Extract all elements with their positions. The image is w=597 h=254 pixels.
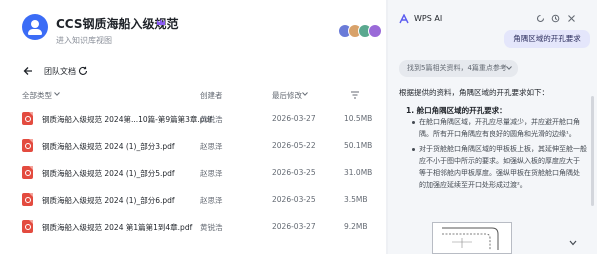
user-message-bubble: 角隅区域的开孔要求 (504, 30, 590, 48)
file-modified: 2026-03-25 (272, 168, 316, 177)
history-icon[interactable] (551, 14, 560, 23)
team-avatar-icon (22, 14, 48, 40)
file-size: 3.5MB (344, 195, 368, 204)
file-creator: 赵思泽 (200, 196, 223, 205)
wps-ai-panel: WPS AI 角隅区域的开孔要求 找到5篇相关资料，4篇重点参考 根据提供的资料… (388, 0, 597, 254)
answer-bullet-line: 等于相邻舱内甲板厚度。强纵甲板在货舱舱口角隅处 (419, 169, 580, 177)
file-size: 31.0MB (344, 168, 373, 177)
table-row[interactable]: 钢质海船入级规范 2024 (1)_部分3.pdf 赵思泽 2026-05-22… (0, 133, 386, 160)
reference-status-chip[interactable]: 找到5篇相关资料，4篇重点参考 (399, 60, 518, 77)
table-row[interactable]: 钢质海船入级规范 2024 (1)_部分6.pdf 赵思泽 2026-03-25… (0, 187, 386, 214)
scrollbar[interactable] (591, 96, 594, 206)
bullet-dot (412, 148, 415, 151)
answer-intro: 根据提供的资料，角隅区域的开孔要求如下： (399, 88, 549, 97)
column-creator[interactable]: 创建者 (200, 90, 223, 101)
answer-bullet-line: 在舱口角隅区域，开孔应尽量减少，并应避开舱口角 (419, 118, 580, 126)
chevron-down-icon[interactable] (569, 240, 577, 246)
chevron-down-icon[interactable] (54, 92, 60, 96)
file-size: 50.1MB (344, 141, 373, 150)
table-row[interactable]: 钢质海船入级规范 2024 第1篇第1到4章.pdf 黄锐浩 2026-03-2… (0, 214, 386, 241)
file-name: 钢质海船入级规范 2024 第1篇第1到4章.pdf (42, 223, 193, 232)
breadcrumb[interactable]: 团队文档 (44, 66, 76, 77)
file-modified: 2026-03-27 (272, 222, 316, 231)
file-creator: 黄锐浩 (200, 115, 223, 124)
document-list-panel: CCS钢质海船入级规范 进入知识库视图 团队文档 全部类型 创建者 最后修改 钢… (0, 0, 386, 254)
file-creator: 赵思泽 (200, 142, 223, 151)
pdf-file-icon (22, 220, 33, 233)
table-row[interactable]: 钢质海船入级规范 2024第...10篇-第9篇第3章.pdf 黄锐浩 2026… (0, 106, 386, 133)
hatch-corner-diagram (432, 222, 512, 254)
file-modified: 2026-05-22 (272, 141, 316, 150)
pdf-file-icon (22, 193, 33, 206)
back-arrow-icon[interactable] (22, 65, 34, 77)
file-modified: 2026-03-27 (272, 114, 316, 123)
bullet-dot (412, 121, 415, 124)
folder-toolbar: 团队文档 (0, 58, 386, 84)
loading-icon (536, 14, 545, 23)
answer-bullet-line: 应不小于图中所示的要求。如强纵入板的厚度应大于 (419, 157, 580, 165)
table-row[interactable]: 钢质海船入级规范 2024 (1)_部分5.pdf 赵思泽 2026-03-25… (0, 160, 386, 187)
answer-bullet-line: 隅。所有开口角隅应有良好的圆角和光滑的边缘¹。 (419, 130, 576, 138)
refresh-icon[interactable] (78, 66, 88, 76)
close-icon[interactable] (567, 14, 576, 23)
file-name: 钢质海船入级规范 2024 (1)_部分6.pdf (42, 196, 175, 205)
table-header: 全部类型 创建者 最后修改 (0, 86, 386, 104)
file-creator: 赵思泽 (200, 169, 223, 178)
pdf-file-icon (22, 166, 33, 179)
crown-icon (157, 19, 165, 25)
answer-bullet-line: 对于货舱舱口角隅区域的甲板板上板，其延伸至舱一般 (419, 145, 587, 153)
filter-icon[interactable] (350, 90, 360, 100)
chevron-down-icon[interactable] (506, 66, 512, 70)
file-name: 钢质海船入级规范 2024 (1)_部分5.pdf (42, 169, 175, 178)
file-size: 9.2MB (344, 222, 368, 231)
file-size: 10.5MB (344, 114, 373, 123)
answer-bullet-line: 的加强应延续至开口处形成过渡²。 (419, 181, 527, 189)
file-creator: 黄锐浩 (200, 223, 223, 232)
file-modified: 2026-03-25 (272, 195, 316, 204)
file-name: 钢质海船入级规范 2024第...10篇-第9篇第3章.pdf (42, 115, 212, 124)
team-header: CCS钢质海船入级规范 进入知识库视图 (0, 0, 386, 58)
column-modified[interactable]: 最后修改 (272, 90, 302, 101)
answer-section-title: 1. 舱口角隅区域的开孔要求： (406, 106, 507, 115)
chevron-down-icon[interactable] (302, 92, 308, 96)
ai-panel-title: WPS AI (414, 14, 443, 23)
file-name: 钢质海船入级规范 2024 (1)_部分3.pdf (42, 142, 175, 151)
pdf-file-icon (22, 112, 33, 125)
knowledge-base-view-link[interactable]: 进入知识库视图 (56, 35, 112, 46)
avatar (368, 24, 382, 38)
column-type-filter[interactable]: 全部类型 (22, 90, 52, 101)
pdf-file-icon (22, 139, 33, 152)
wps-ai-logo-icon (399, 14, 409, 24)
member-avatars[interactable] (338, 24, 386, 38)
